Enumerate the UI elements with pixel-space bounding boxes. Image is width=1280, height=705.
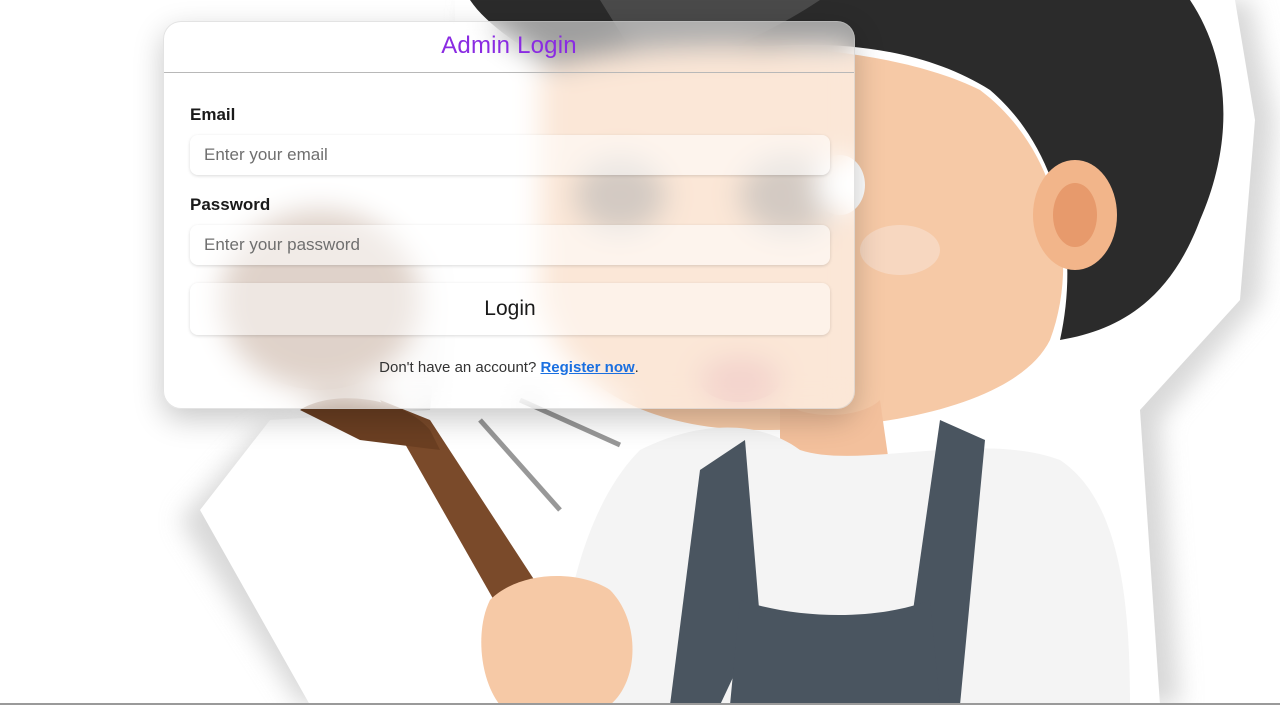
email-label: Email: [190, 105, 236, 124]
email-field[interactable]: [190, 135, 830, 175]
page-title: Admin Login: [441, 32, 577, 59]
password-field[interactable]: [190, 225, 830, 265]
card-header: Admin Login: [164, 22, 854, 73]
register-link[interactable]: Register now: [540, 359, 634, 376]
page: Admin Login Email Password Login Don't h…: [0, 0, 1280, 705]
login-button[interactable]: Login: [190, 283, 830, 335]
register-line: Don't have an account? Register now.: [190, 359, 828, 376]
password-label: Password: [190, 195, 271, 214]
login-card: Admin Login Email Password Login Don't h…: [163, 21, 855, 409]
login-form: Email Password Login Don't have an accou…: [164, 105, 854, 376]
register-prompt: Don't have an account?: [379, 359, 541, 376]
register-suffix: .: [634, 359, 639, 376]
